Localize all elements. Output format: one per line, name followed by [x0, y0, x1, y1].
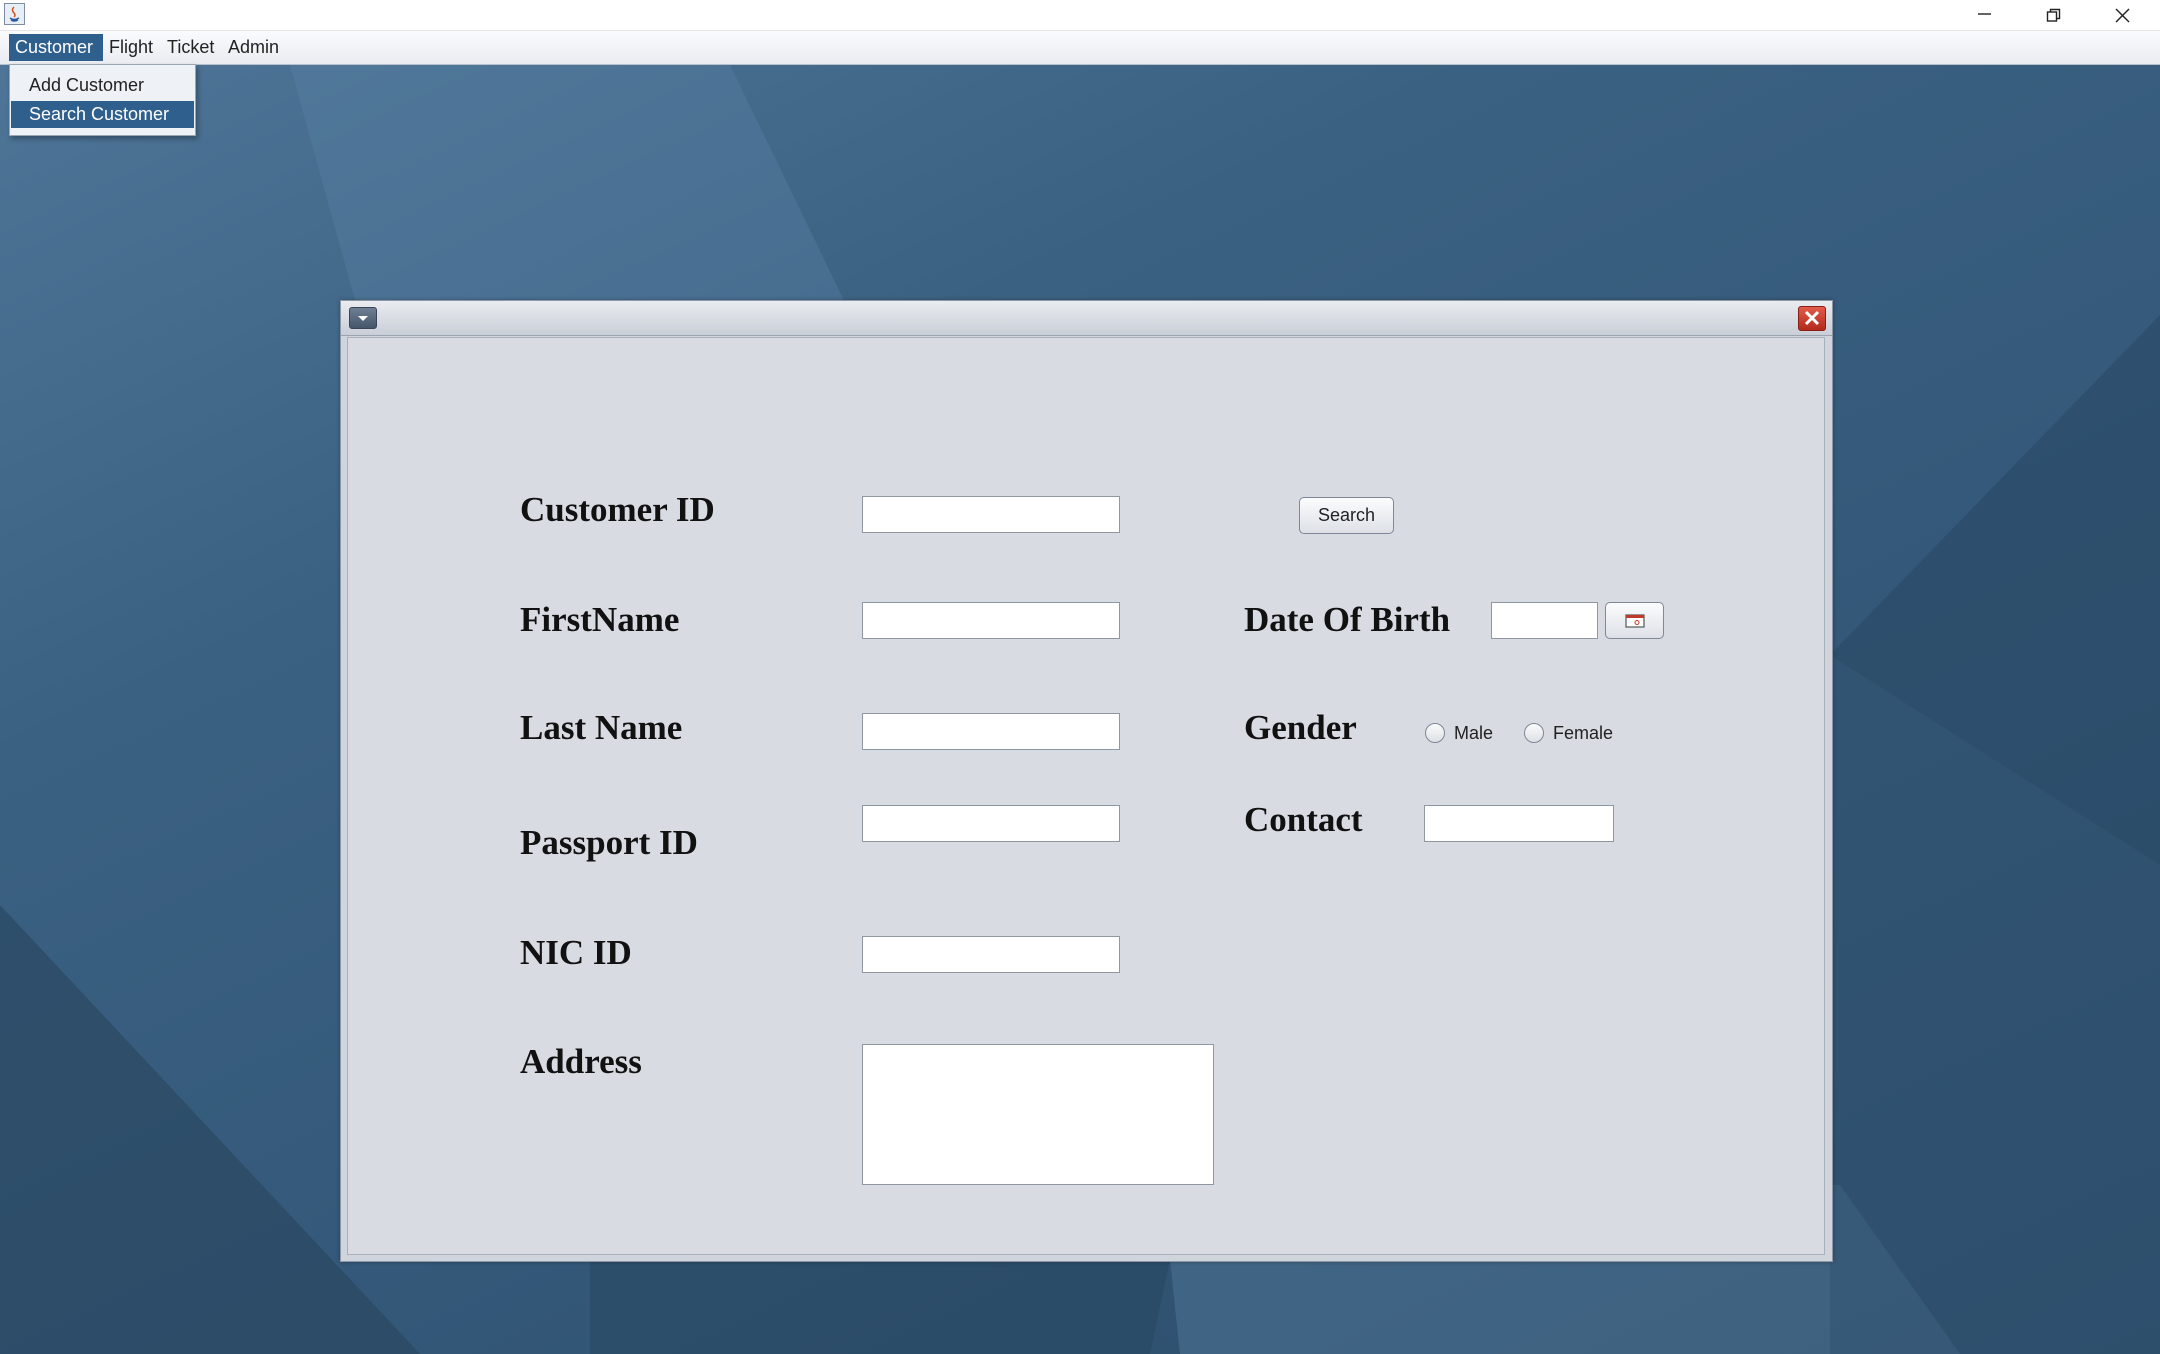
desktop-pane: Customer ID Search FirstName Date Of Bir…	[0, 65, 2160, 1354]
restore-button[interactable]	[2019, 0, 2088, 30]
last-name-field[interactable]	[862, 713, 1120, 750]
first-name-label: FirstName	[520, 600, 680, 639]
customer-id-label: Customer ID	[520, 490, 715, 529]
contact-field[interactable]	[1424, 805, 1614, 842]
address-label: Address	[520, 1042, 642, 1081]
restore-icon	[2046, 8, 2061, 22]
menu-flight[interactable]: Flight	[103, 34, 164, 61]
menu-item-search-customer[interactable]: Search Customer	[11, 101, 194, 128]
window-titlebar	[0, 0, 2160, 31]
menu-customer[interactable]: Customer	[9, 34, 103, 61]
menu-ticket[interactable]: Ticket	[161, 34, 225, 61]
passport-id-field[interactable]	[862, 805, 1120, 842]
search-customer-frame: Customer ID Search FirstName Date Of Bir…	[340, 300, 1833, 1262]
menubar: Customer Flight Ticket Admin	[0, 31, 2160, 65]
nic-id-field[interactable]	[862, 936, 1120, 973]
menu-item-add-customer[interactable]: Add Customer	[11, 72, 194, 99]
customer-id-field[interactable]	[862, 496, 1120, 533]
date-of-birth-label: Date Of Birth	[1244, 600, 1451, 639]
address-textarea[interactable]	[862, 1044, 1214, 1185]
close-icon	[2115, 8, 2130, 23]
male-radio[interactable]	[1425, 723, 1445, 743]
nic-id-label: NIC ID	[520, 933, 632, 972]
gender-label: Gender	[1244, 708, 1357, 747]
menu-admin[interactable]: Admin	[222, 34, 292, 61]
male-radio-label[interactable]: Male	[1454, 723, 1493, 744]
female-radio-label[interactable]: Female	[1553, 723, 1613, 744]
first-name-field[interactable]	[862, 602, 1120, 639]
frame-menu-button[interactable]	[349, 307, 377, 329]
search-button[interactable]: Search	[1299, 497, 1394, 534]
last-name-label: Last Name	[520, 708, 683, 747]
screen: Customer Flight Ticket Admin Customer ID…	[0, 0, 2160, 1354]
chevron-down-icon	[358, 316, 368, 321]
calendar-button[interactable]	[1605, 602, 1664, 639]
female-radio[interactable]	[1524, 723, 1544, 743]
frame-close-button[interactable]	[1798, 306, 1826, 331]
contact-label: Contact	[1244, 800, 1363, 839]
date-of-birth-field[interactable]	[1491, 602, 1598, 639]
close-window-button[interactable]	[2088, 0, 2157, 30]
minimize-icon	[1978, 13, 1991, 15]
frame-titlebar[interactable]	[341, 301, 1832, 336]
close-icon	[1804, 310, 1820, 326]
java-app-icon	[4, 3, 25, 25]
form-panel: Customer ID Search FirstName Date Of Bir…	[347, 337, 1825, 1255]
customer-dropdown-menu: Add Customer Search Customer	[9, 64, 196, 136]
minimize-button[interactable]	[1950, 0, 2019, 30]
calendar-icon	[1625, 614, 1645, 628]
passport-id-label: Passport ID	[520, 823, 698, 862]
